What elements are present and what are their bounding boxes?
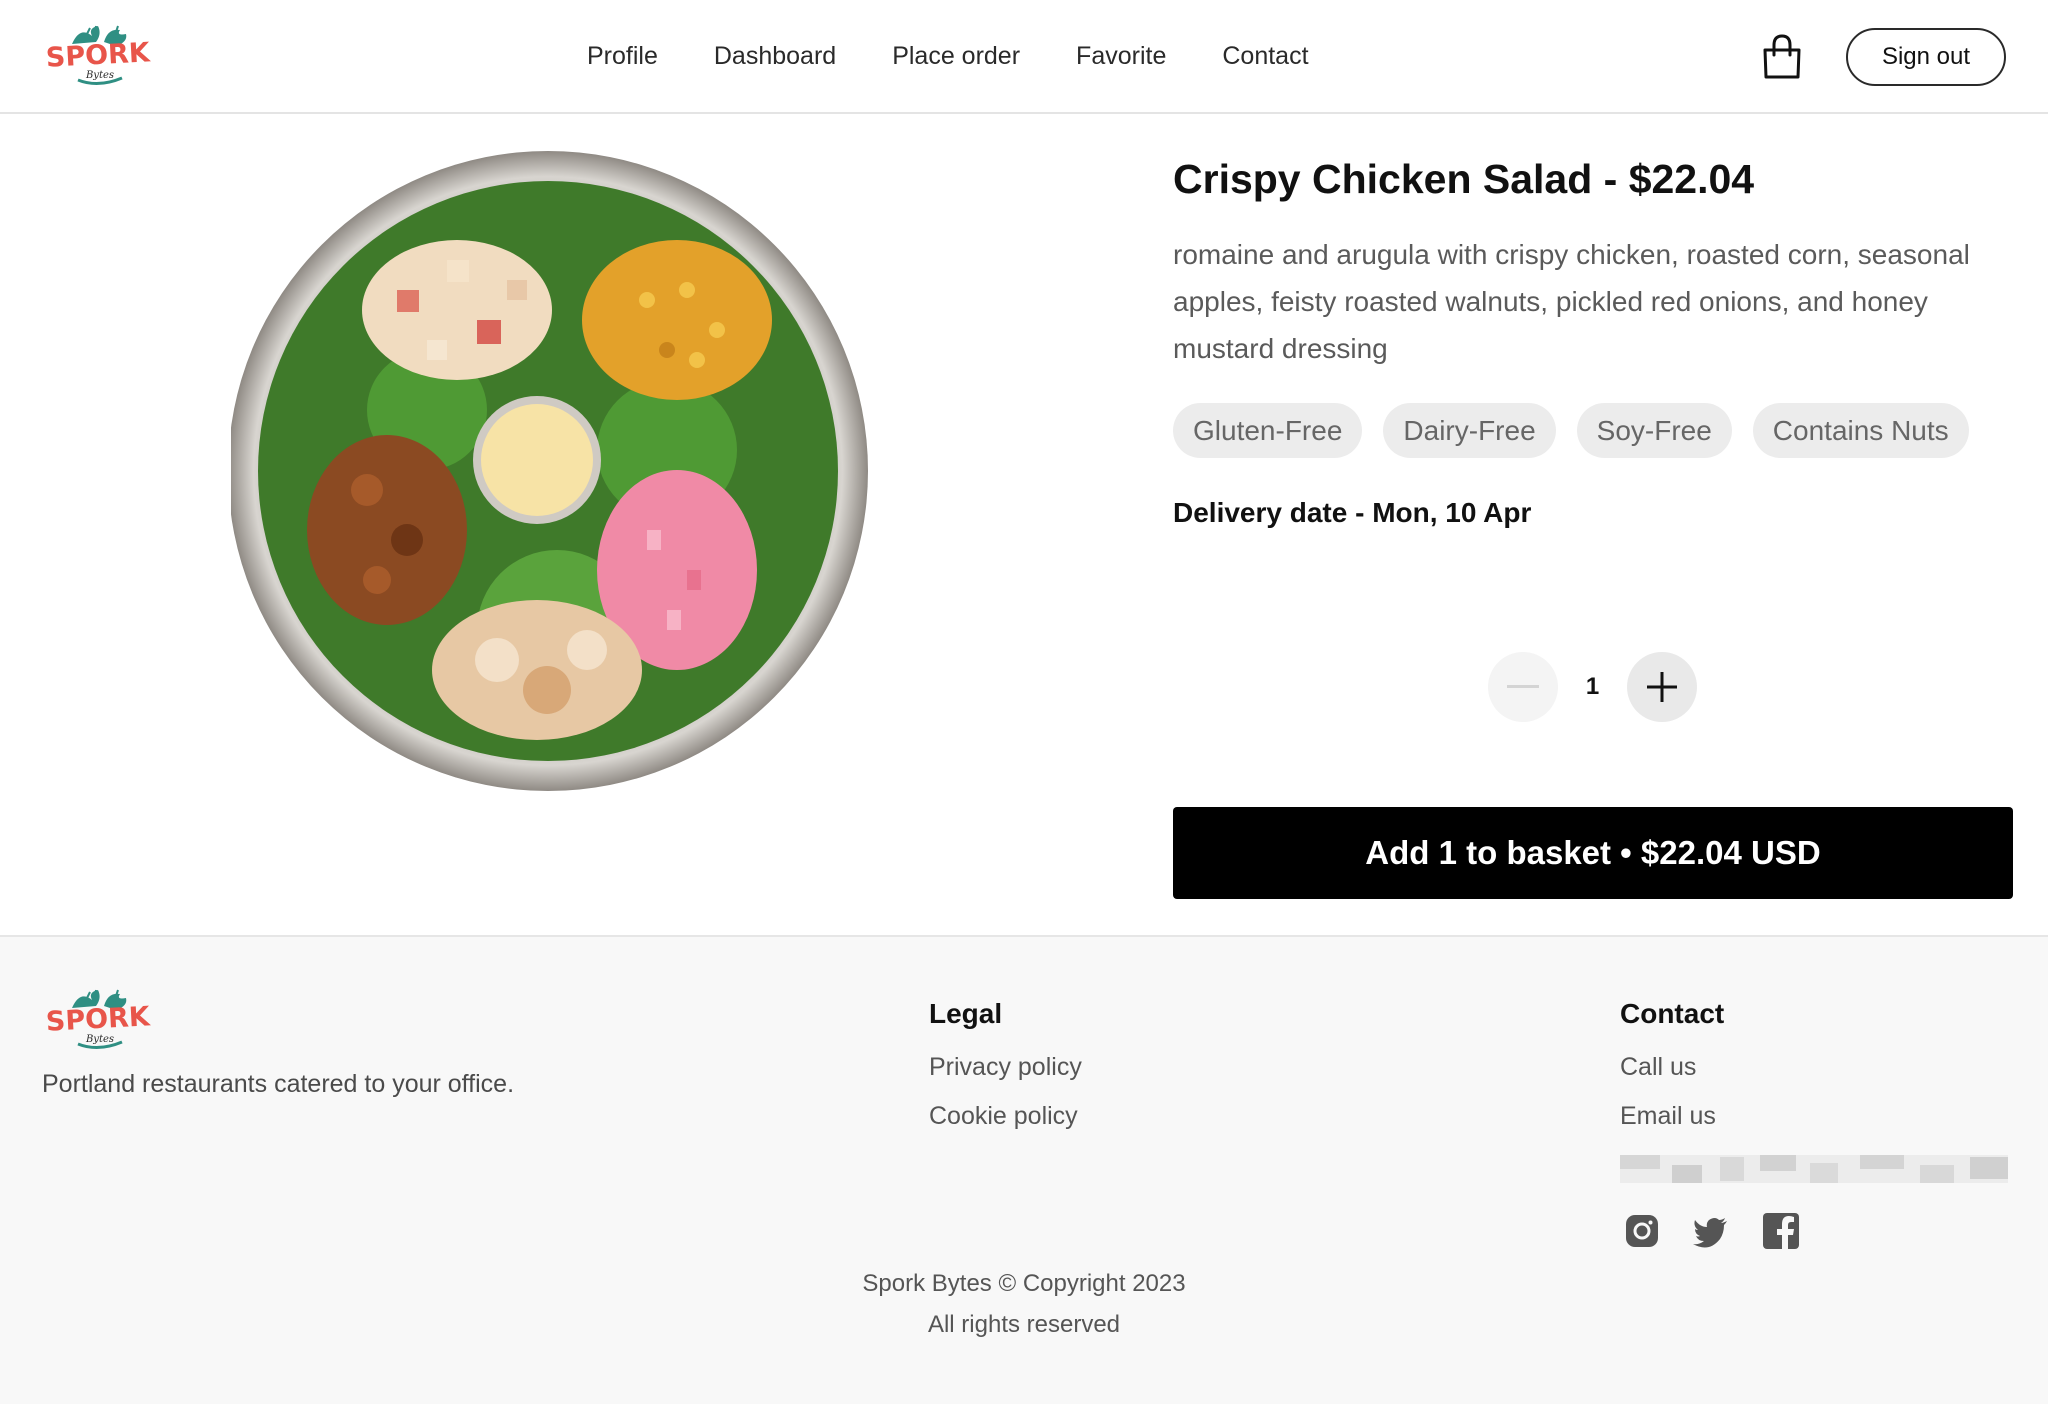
copyright-text: Spork Bytes © Copyright 2023 — [862, 1270, 1186, 1297]
legal-heading: Legal — [929, 998, 1003, 1029]
svg-text:SPORK: SPORK — [45, 1001, 151, 1037]
spork-bytes-logo[interactable]: SPORK Bytes — [42, 22, 154, 90]
facebook-icon[interactable] — [1763, 1213, 1799, 1249]
walnuts-segment — [307, 435, 467, 625]
tag-soy-free: Soy-Free — [1576, 403, 1732, 458]
site-header: SPORK Bytes Profile Dashboard Place orde… — [0, 0, 2048, 114]
nav-profile[interactable]: Profile — [587, 38, 658, 74]
product-image — [227, 150, 868, 792]
plus-icon — [1647, 672, 1677, 702]
minus-icon — [1507, 685, 1539, 688]
rights-text: All rights reserved — [927, 1311, 1121, 1338]
instagram-icon[interactable] — [1624, 1213, 1660, 1249]
tag-contains-nuts: Contains Nuts — [1752, 403, 1969, 458]
cookie-policy-link[interactable]: Cookie policy — [929, 1102, 1078, 1131]
svg-text:Bytes: Bytes — [85, 70, 114, 81]
add-to-basket-button[interactable]: Add 1 to basket • $22.04 USD — [1173, 807, 2013, 899]
nav-place-order[interactable]: Place order — [892, 38, 1020, 74]
increase-quantity-button[interactable] — [1627, 652, 1697, 722]
email-us-link[interactable]: Email us — [1620, 1102, 1716, 1131]
svg-text:Bytes: Bytes — [85, 1034, 114, 1045]
contact-heading: Contact — [1620, 998, 1725, 1029]
product-description: romaine and arugula with crispy chicken,… — [1173, 239, 1970, 364]
chicken-segment — [432, 600, 642, 740]
nav-contact[interactable]: Contact — [1222, 38, 1308, 74]
privacy-policy-link[interactable]: Privacy policy — [929, 1053, 1082, 1082]
decrease-quantity-button[interactable] — [1488, 652, 1558, 722]
main-nav: Profile Dashboard Place order Favorite C… — [587, 38, 1365, 74]
sign-out-button[interactable]: Sign out — [1846, 28, 2006, 86]
delivery-date: Delivery date - Mon, 10 Apr — [1173, 497, 1532, 528]
product-title: Crispy Chicken Salad - $22.04 — [1173, 156, 1755, 202]
footer-tagline: Portland restaurants catered to your off… — [42, 1070, 515, 1098]
tag-dairy-free: Dairy-Free — [1383, 403, 1556, 458]
tag-gluten-free: Gluten-Free — [1173, 403, 1363, 458]
corn-segment — [582, 240, 772, 400]
twitter-icon[interactable] — [1693, 1213, 1729, 1249]
shopping-bag-icon[interactable] — [1760, 33, 1804, 81]
nav-dashboard[interactable]: Dashboard — [714, 38, 836, 74]
apples-segment — [362, 240, 552, 380]
redacted-address — [1620, 1155, 2008, 1183]
spork-bytes-footer-logo[interactable]: SPORK Bytes — [42, 986, 154, 1054]
quantity-value: 1 — [1585, 673, 1600, 700]
quantity-stepper: 1 — [1488, 652, 1700, 724]
call-us-link[interactable]: Call us — [1620, 1053, 1696, 1082]
dietary-tags: Gluten-Free Dairy-Free Soy-Free Contains… — [1173, 403, 1969, 458]
svg-text:SPORK: SPORK — [45, 37, 151, 73]
nav-favorite[interactable]: Favorite — [1076, 38, 1166, 74]
